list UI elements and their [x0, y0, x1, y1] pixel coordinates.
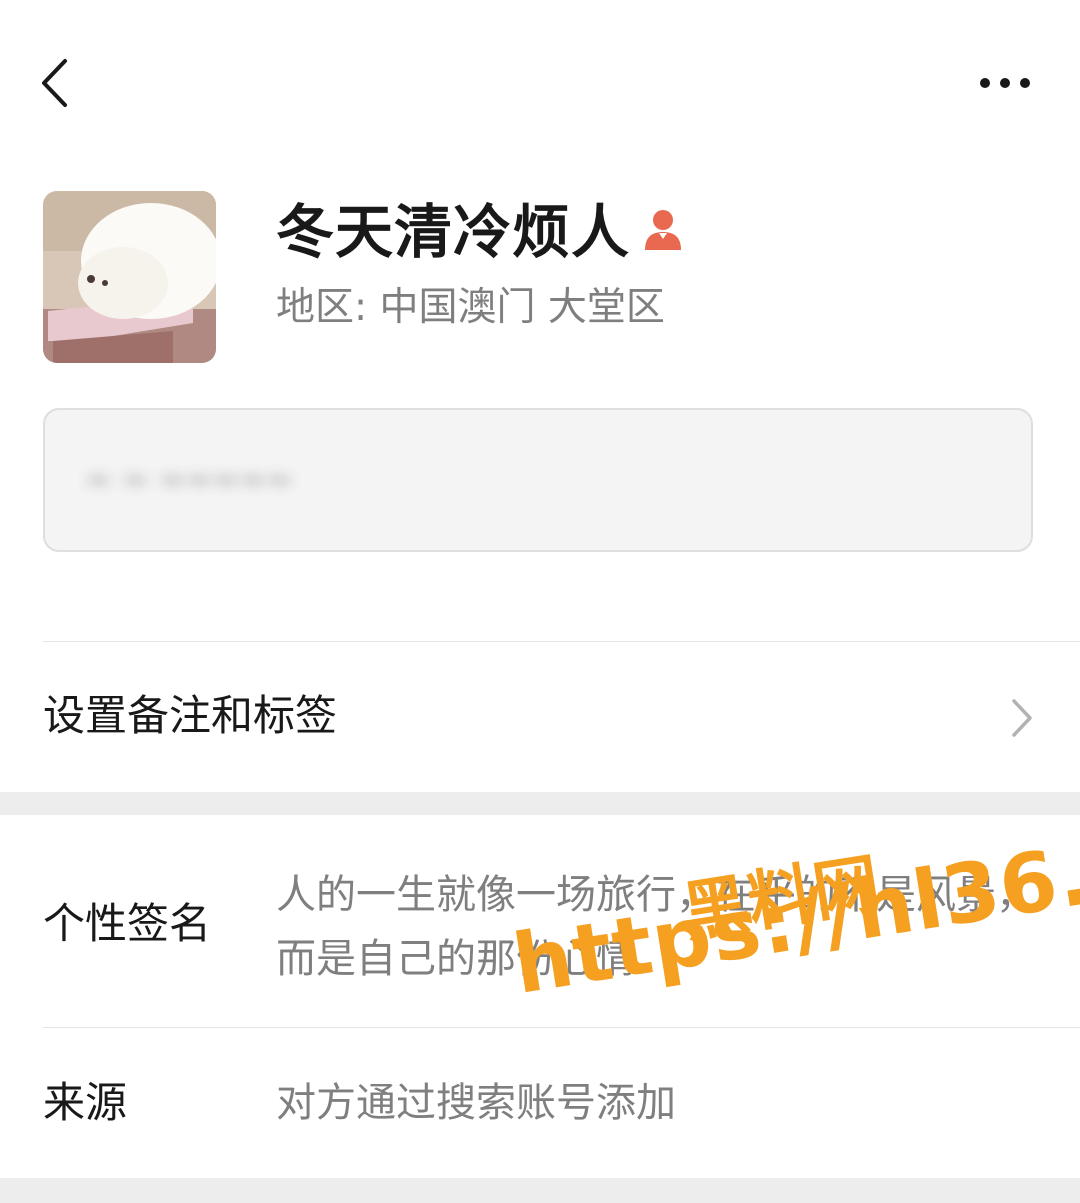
profile-card: 冬天清冷烦人 地区: 中国澳门 大堂区 ~ ~ ~~~~~ 设置备注和标签	[0, 0, 1080, 792]
status-box[interactable]: ~ ~ ~~~~~	[43, 408, 1033, 552]
signature-row: 个性签名 人的一生就像一场旅行，在乎的不是风景，而是自己的那份心情	[0, 815, 1080, 1027]
set-remark-tags-row[interactable]: 设置备注和标签	[0, 641, 1080, 792]
top-bar	[0, 0, 1080, 165]
source-label: 来源	[43, 1078, 128, 1127]
signature-label: 个性签名	[43, 899, 212, 948]
set-remark-tags-label: 设置备注和标签	[43, 691, 338, 740]
source-value: 对方通过搜索账号添加	[276, 1080, 676, 1126]
avatar-image	[43, 191, 216, 363]
back-icon[interactable]	[36, 56, 76, 110]
female-user-icon	[645, 210, 681, 250]
profile-region: 地区: 中国澳门 大堂区	[276, 285, 665, 330]
signature-value: 人的一生就像一场旅行，在乎的不是风景，而是自己的那份心情	[276, 872, 1036, 982]
source-row: 来源 对方通过搜索账号添加	[0, 1028, 1080, 1178]
status-text-blurred: ~ ~ ~~~~~	[85, 460, 294, 498]
more-icon[interactable]	[970, 66, 1040, 100]
avatar[interactable]	[43, 191, 216, 363]
profile-name: 冬天清冷烦人	[276, 198, 631, 266]
chevron-right-icon	[1012, 699, 1032, 737]
info-card: 个性签名 人的一生就像一场旅行，在乎的不是风景，而是自己的那份心情 来源 对方通…	[0, 815, 1080, 1178]
